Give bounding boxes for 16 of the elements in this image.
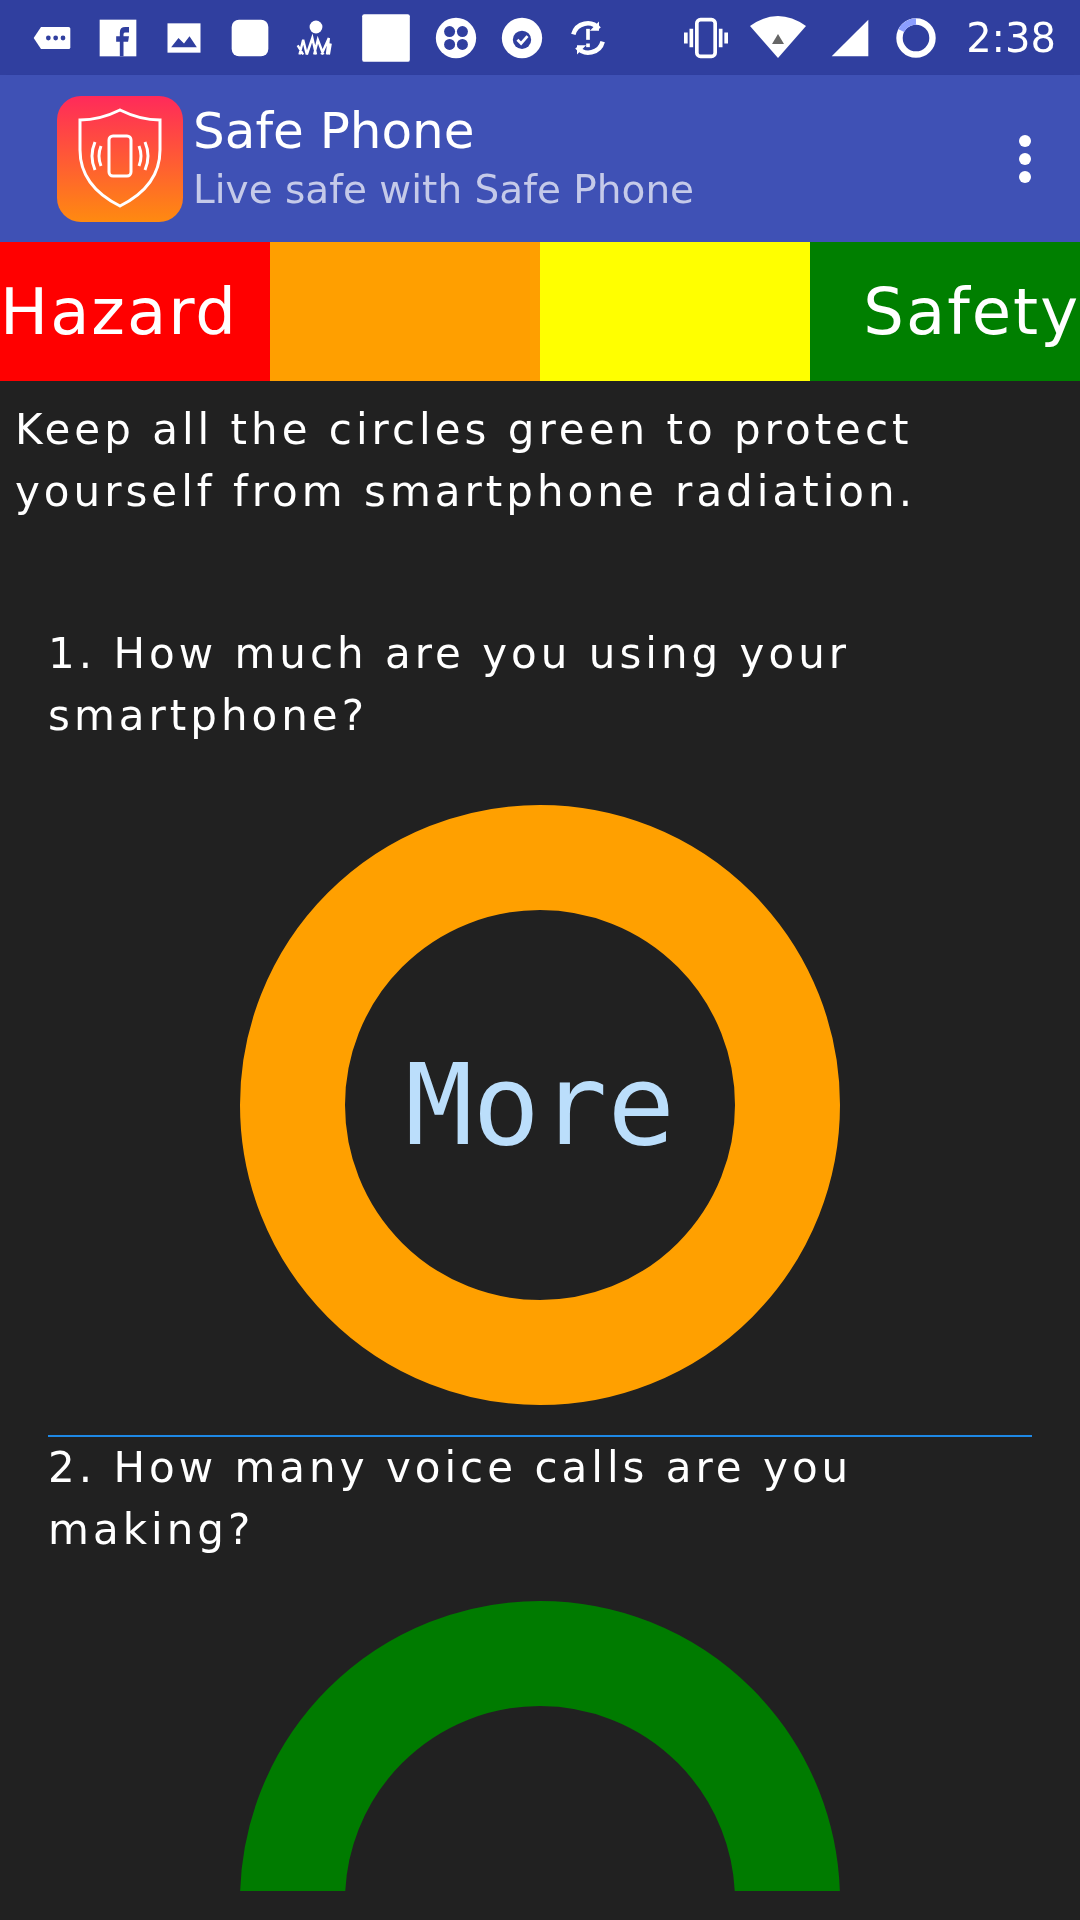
app-title: Safe Phone	[193, 100, 476, 162]
status-time: 2:38	[966, 13, 1056, 63]
answer-ring[interactable]: More	[240, 805, 840, 1405]
question-text: 1. How much are you using your smartphone?	[47, 628, 852, 742]
shield-phone-icon	[57, 95, 183, 222]
more-vertical-icon	[1018, 133, 1032, 184]
vibrate-icon	[684, 15, 728, 60]
battery-ring-icon	[894, 15, 938, 60]
scale-label: Hazard	[0, 279, 238, 344]
question-text: 2. How many voice calls are you making?	[47, 1442, 854, 1556]
square-icon	[360, 11, 412, 64]
answer-label: More	[405, 1049, 675, 1161]
check-badge-icon	[500, 15, 544, 60]
clover-icon	[434, 15, 478, 60]
app-subtitle: Live safe with Safe Phone	[193, 165, 696, 214]
intro-text: Keep all the circles green to protect yourself from smartphone radiation.	[14, 404, 917, 518]
